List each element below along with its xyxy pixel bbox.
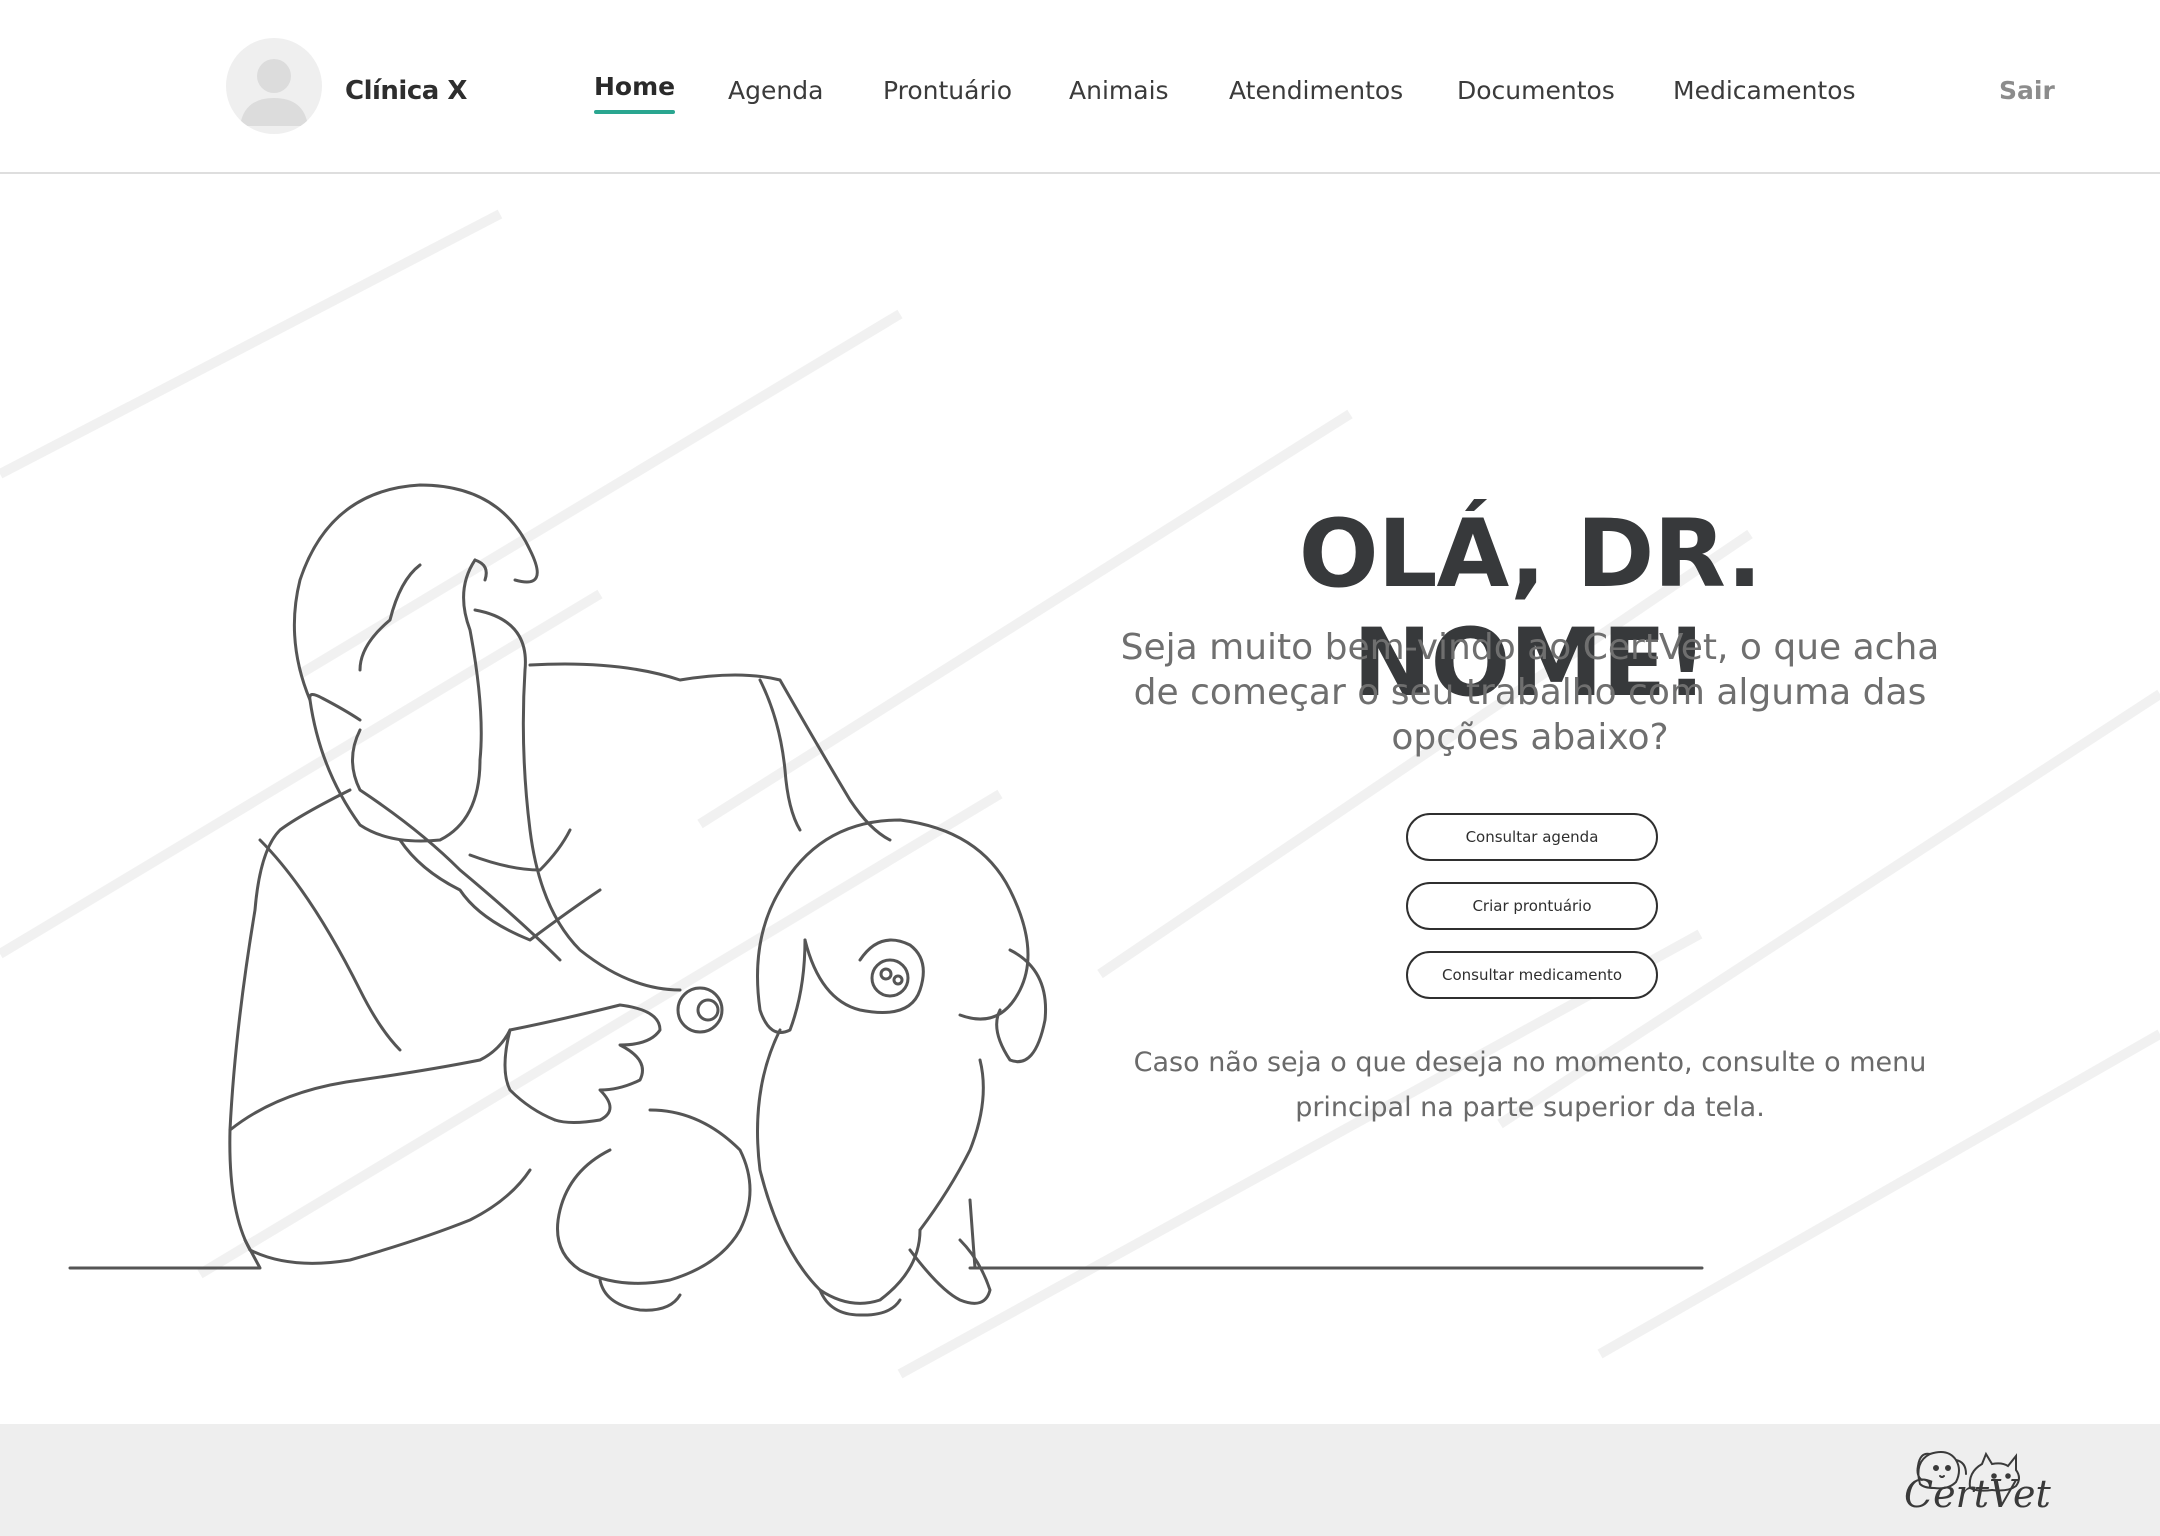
nav-agenda[interactable]: Agenda bbox=[728, 76, 823, 105]
nav-prontuario[interactable]: Prontuário bbox=[883, 76, 1012, 105]
nav-animais[interactable]: Animais bbox=[1069, 76, 1169, 105]
nav-documentos[interactable]: Documentos bbox=[1457, 76, 1615, 105]
clinic-name: Clínica X bbox=[345, 76, 467, 106]
clinic-avatar-icon[interactable] bbox=[226, 38, 322, 134]
logout-link[interactable]: Sair bbox=[1999, 76, 2055, 105]
greeting-subtitle: Seja muito bem-vindo ao CertVet, o que a… bbox=[1120, 627, 1940, 758]
consultar-medicamento-button[interactable]: Consultar medicamento bbox=[1406, 951, 1658, 999]
nav-medicamentos[interactable]: Medicamentos bbox=[1673, 76, 1856, 105]
footer: CertVet bbox=[0, 1424, 2160, 1536]
consultar-agenda-button[interactable]: Consultar agenda bbox=[1406, 813, 1658, 861]
criar-prontuario-button[interactable]: Criar prontuário bbox=[1406, 882, 1658, 930]
help-note: Caso não seja o que deseja no momento, c… bbox=[1133, 1047, 1927, 1123]
nav-atendimentos[interactable]: Atendimentos bbox=[1229, 76, 1403, 105]
nav-home-label: Home bbox=[594, 72, 676, 101]
active-tab-indicator bbox=[594, 110, 676, 114]
nav-home[interactable]: Home bbox=[594, 72, 676, 114]
footer-logo-text: CertVet bbox=[1904, 1472, 2051, 1516]
top-navbar: Clínica X Home Agenda Prontuário Animais… bbox=[0, 0, 2160, 174]
